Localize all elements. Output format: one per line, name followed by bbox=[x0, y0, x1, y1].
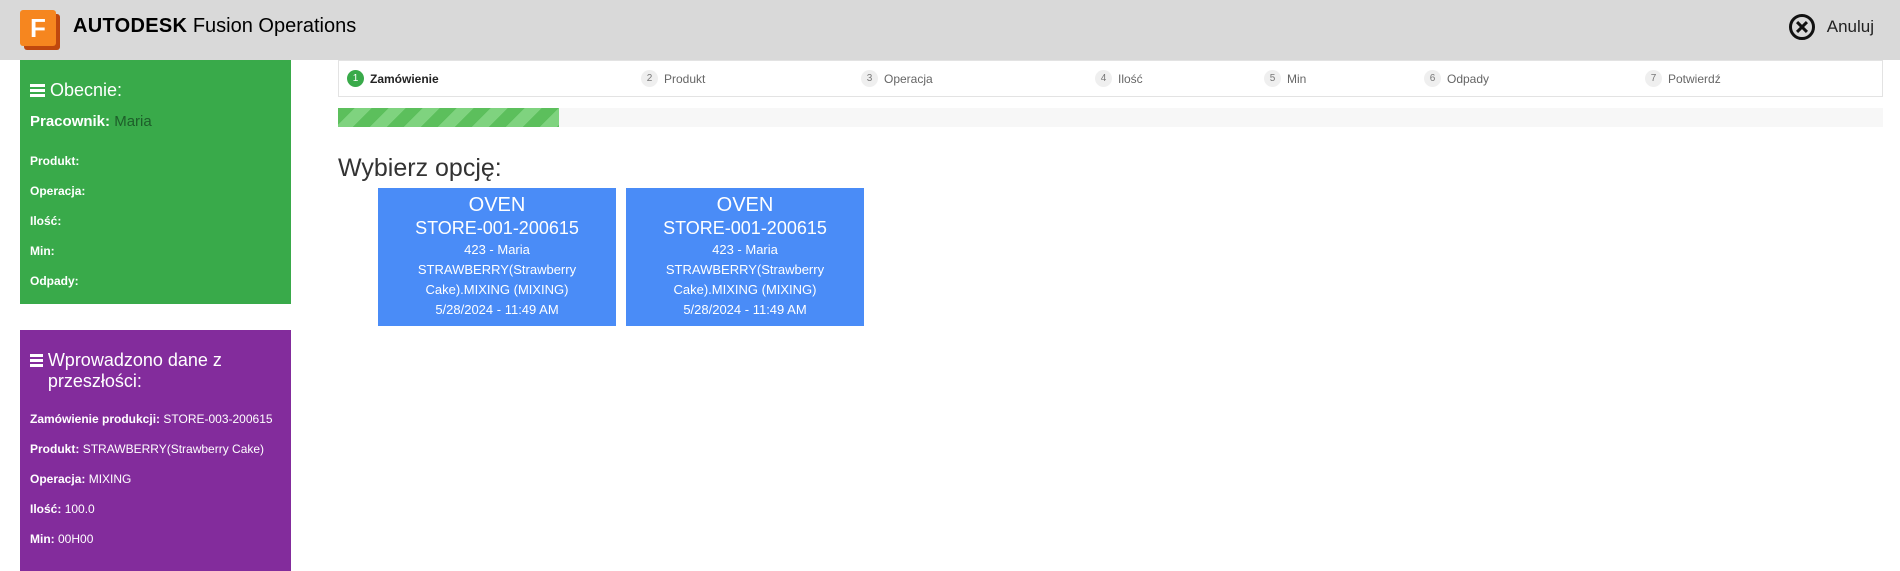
card-worker: 423 - Maria bbox=[712, 242, 778, 257]
field-row: Min: bbox=[30, 236, 281, 266]
step-number: 6 bbox=[1424, 70, 1441, 87]
field-label: Zamówienie produkcji: bbox=[30, 412, 161, 426]
field-label: Ilość: bbox=[30, 502, 62, 516]
field-label: Min: bbox=[30, 532, 55, 546]
option-cards: OVEN STORE-001-200615 423 - Maria STRAWBERR… bbox=[378, 188, 874, 326]
field-value: 00H00 bbox=[58, 532, 94, 546]
step-number: 4 bbox=[1095, 70, 1112, 87]
step-label: Zamówienie bbox=[370, 71, 439, 86]
close-circle-icon bbox=[1788, 14, 1815, 40]
menu-icon bbox=[30, 84, 45, 99]
app-brand: AUTODESK Fusion Operations bbox=[73, 15, 356, 38]
card-order: STORE-001-200615 bbox=[415, 218, 579, 238]
progress-fill bbox=[338, 108, 559, 127]
cancel-label: Anuluj bbox=[1826, 17, 1874, 36]
card-order: STORE-001-200615 bbox=[663, 218, 827, 238]
field-row: Ilość: bbox=[30, 206, 281, 236]
field-row: Operacja: bbox=[30, 176, 281, 206]
card-station: OVEN bbox=[716, 194, 774, 216]
field-label: Operacja: bbox=[30, 472, 86, 486]
step-1[interactable]: 1 Zamówienie bbox=[347, 70, 439, 87]
step-number: 7 bbox=[1645, 70, 1662, 87]
past-fields: Zamówienie produkcji: STORE-003-200615 Pr… bbox=[30, 404, 281, 554]
field-label: Operacja: bbox=[30, 184, 86, 198]
current-panel: Obecnie: Pracownik: Maria Produkt: Opera… bbox=[20, 60, 291, 304]
field-row: Produkt: bbox=[30, 146, 281, 176]
step-label: Min bbox=[1287, 71, 1307, 86]
field-value: STORE-003-200615 bbox=[163, 412, 273, 426]
fusion-logo-icon: F bbox=[20, 10, 60, 50]
field-row: Operacja: MIXING bbox=[30, 464, 281, 494]
field-label: Produkt: bbox=[30, 154, 80, 168]
field-row: Ilość: 100.0 bbox=[30, 494, 281, 524]
page-title: Wybierz opcję: bbox=[338, 154, 502, 182]
card-station: OVEN bbox=[468, 194, 526, 216]
current-fields: Produkt: Operacja: Ilość: Min: Odpady: bbox=[30, 146, 281, 296]
card-timestamp: 5/28/2024 - 11:49 AM bbox=[435, 302, 559, 317]
current-panel-title: Obecnie: bbox=[30, 80, 281, 101]
past-data-panel: Wprowadzono dane z przeszłości: Zamówien… bbox=[20, 330, 291, 571]
card-worker: 423 - Maria bbox=[464, 242, 530, 257]
field-value: MIXING bbox=[88, 472, 132, 486]
field-label: Produkt: bbox=[30, 442, 80, 456]
top-bar: F AUTODESK Fusion Operations Anuluj bbox=[0, 0, 1900, 60]
step-2[interactable]: 2 Produkt bbox=[641, 70, 705, 87]
field-row: Min: 00H00 bbox=[30, 524, 281, 554]
step-number: 5 bbox=[1264, 70, 1281, 87]
menu-icon bbox=[30, 354, 43, 369]
field-row: Odpady: bbox=[30, 266, 281, 296]
card-product-operation: STRAWBERRY(Strawberry Cake).MIXING (MIXI… bbox=[665, 262, 825, 297]
wizard-stepper: 1 Zamówienie 2 Produkt 3 Operacja 4 Ilość 5 Min 6 O… bbox=[338, 60, 1883, 97]
option-card[interactable]: OVEN STORE-001-200615 423 - Maria STRAWBERR… bbox=[378, 188, 616, 326]
worker-value: Maria bbox=[114, 113, 152, 130]
step-3[interactable]: 3 Operacja bbox=[861, 70, 933, 87]
step-label: Operacja bbox=[884, 71, 933, 86]
field-label: Ilość: bbox=[30, 214, 62, 228]
step-label: Ilość bbox=[1118, 71, 1143, 86]
step-number: 2 bbox=[641, 70, 658, 87]
step-number: 1 bbox=[347, 70, 364, 87]
step-label: Odpady bbox=[1447, 71, 1490, 86]
worker-label: Pracownik: bbox=[30, 113, 111, 130]
step-4[interactable]: 4 Ilość bbox=[1095, 70, 1143, 87]
step-label: Potwierdź bbox=[1668, 71, 1721, 86]
field-label: Odpady: bbox=[30, 274, 79, 288]
field-row: Zamówienie produkcji: STORE-003-200615 bbox=[30, 404, 281, 434]
step-number: 3 bbox=[861, 70, 878, 87]
brand-product: Fusion Operations bbox=[192, 15, 357, 37]
worker-row: Pracownik: Maria bbox=[30, 113, 281, 130]
cancel-button[interactable]: Anuluj bbox=[1788, 14, 1874, 40]
card-product-operation: STRAWBERRY(Strawberry Cake).MIXING (MIXI… bbox=[417, 262, 577, 297]
field-label: Min: bbox=[30, 244, 55, 258]
step-5[interactable]: 5 Min bbox=[1264, 70, 1306, 87]
step-6[interactable]: 6 Odpady bbox=[1424, 70, 1489, 87]
field-value: 100.0 bbox=[64, 502, 95, 516]
card-timestamp: 5/28/2024 - 11:49 AM bbox=[683, 302, 807, 317]
past-panel-title: Wprowadzono dane z przeszłości: bbox=[30, 350, 281, 392]
step-7[interactable]: 7 Potwierdź bbox=[1645, 70, 1721, 87]
field-value: STRAWBERRY(Strawberry Cake) bbox=[82, 442, 265, 456]
brand-autodesk: AUTODESK bbox=[73, 15, 188, 37]
option-card[interactable]: OVEN STORE-001-200615 423 - Maria STRAWBERR… bbox=[626, 188, 864, 326]
field-row: Produkt: STRAWBERRY(Strawberry Cake) bbox=[30, 434, 281, 464]
step-label: Produkt bbox=[664, 71, 706, 86]
progress-bar bbox=[338, 108, 1883, 127]
